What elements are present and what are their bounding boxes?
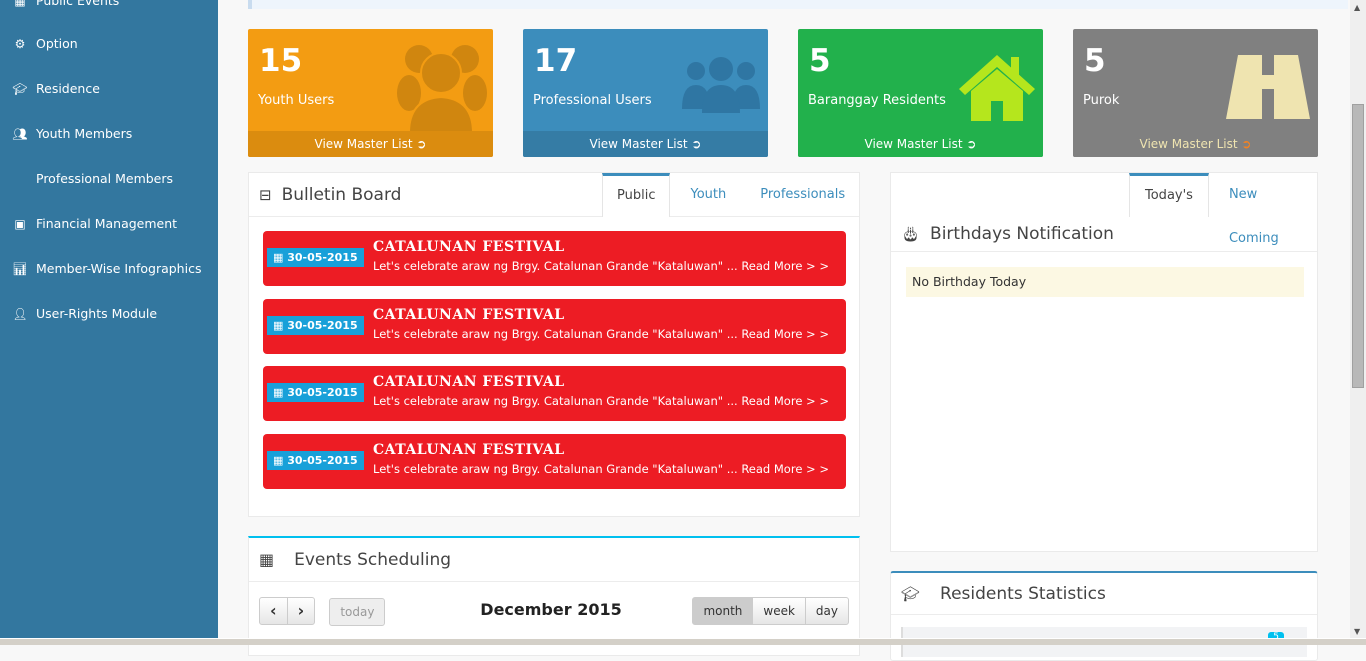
bulletin-item[interactable]: ▦ 30-05-2015 CATALUNAN FESTIVAL Let's ce… [263, 366, 846, 421]
view-master-list-link[interactable]: View Master List ➲ [1073, 131, 1318, 157]
sidebar-item-label: Member-Wise Infographics [36, 261, 202, 276]
calendar-icon: ▦ [273, 386, 284, 399]
sidebar-item-infographics[interactable]: 📊︎ Member-Wise Infographics [0, 246, 218, 291]
road-icon [1226, 55, 1310, 123]
calendar-icon: ▦ [14, 0, 26, 8]
bar-chart-icon: 📊︎ [12, 261, 28, 276]
tile-count: 17 [534, 43, 578, 79]
tile-youth-users: 15 Youth Users View Master List ➲ [248, 29, 493, 157]
bulletin-tabs: Public Youth Professionals [602, 173, 859, 217]
calendar-icon: ▦ [273, 319, 284, 332]
sidebar-item-label: User-Rights Module [36, 306, 158, 321]
bulletin-board-panel: ⊟ Bulletin Board Public Youth Profession… [248, 172, 860, 517]
tab-professionals[interactable]: Professionals [746, 173, 859, 217]
view-master-list-link[interactable]: View Master List ➲ [248, 131, 493, 157]
scroll-down-icon[interactable]: ▼ [1354, 627, 1360, 636]
users-icon [395, 37, 487, 137]
sidebar-item-residence[interactable]: 🎓︎ Residence [0, 66, 218, 111]
graduation-cap-icon: 🎓︎ [12, 81, 28, 96]
birthdays-panel: Today's New Coming 🎂︎ Birthdays Notifica… [890, 172, 1318, 552]
read-more-link[interactable]: Read More > > [741, 394, 829, 408]
main-content: 15 Youth Users View Master List ➲ 17 Pro… [218, 0, 1350, 661]
tile-count: 5 [809, 43, 831, 79]
residents-statistics-panel: 🎓︎ Residents Statistics 5 [890, 571, 1318, 661]
read-more-link[interactable]: Read More > > [741, 462, 829, 476]
scrollbar-thumb[interactable] [1352, 104, 1364, 388]
sidebar-item-professional-members[interactable]: Professional Members [0, 156, 218, 201]
panel-title: Residents Statistics [940, 583, 1106, 604]
view-week-button[interactable]: week [752, 597, 806, 625]
tab-public[interactable]: Public [602, 173, 671, 217]
tab-todays[interactable]: Today's [1129, 173, 1209, 217]
arrow-circle-right-icon: ➲ [416, 137, 427, 151]
user-secret-icon: 👤︎ [12, 306, 28, 321]
tile-count: 5 [1084, 43, 1106, 79]
sidebar-item-option[interactable]: ⚙ Option [0, 21, 218, 66]
date-badge: ▦ 30-05-2015 [267, 248, 364, 267]
users-icon: 👥︎ [12, 126, 28, 141]
home-icon [959, 55, 1035, 125]
calendar-icon: ▦ [273, 251, 284, 264]
arrow-circle-right-icon: ➲ [691, 137, 702, 151]
tile-purok: 5 Purok View Master List ➲ [1073, 29, 1318, 157]
bulletin-title: CATALUNAN FESTIVAL [373, 307, 565, 323]
calendar-icon: ▦ [273, 454, 284, 467]
birthday-cake-icon: 🎂︎ [901, 225, 921, 243]
sidebar-item-label: Residence [36, 81, 100, 96]
tile-label: Baranggay Residents [808, 93, 946, 108]
tile-count: 15 [259, 43, 303, 79]
top-alert [248, 0, 1348, 9]
date-badge: ▦ 30-05-2015 [267, 451, 364, 470]
tile-baranggay-residents: 5 Baranggay Residents View Master List ➲ [798, 29, 1043, 157]
panel-title: Birthdays Notification [930, 224, 1114, 244]
scroll-up-icon[interactable]: ▲ [1354, 3, 1360, 12]
arrow-circle-right-icon: ➲ [1241, 137, 1252, 151]
cogs-icon: ⚙ [14, 36, 26, 51]
bulletin-item[interactable]: ▦ 30-05-2015 CATALUNAN FESTIVAL Let's ce… [263, 299, 846, 354]
tile-professional-users: 17 Professional Users View Master List ➲ [523, 29, 768, 157]
sidebar-item-user-rights[interactable]: 👤︎ User-Rights Module [0, 291, 218, 336]
sidebar-item-financial-management[interactable]: ▣ Financial Management [0, 201, 218, 246]
user-group-icon [682, 57, 760, 117]
view-master-list-link[interactable]: View Master List ➲ [798, 131, 1043, 157]
panel-title: Events Scheduling [294, 549, 452, 570]
view-month-button[interactable]: month [692, 597, 754, 625]
read-more-link[interactable]: Read More > > [741, 327, 829, 341]
arrow-circle-right-icon: ➲ [966, 137, 977, 151]
bulletin-title: CATALUNAN FESTIVAL [373, 374, 565, 390]
sidebar-item-label: Professional Members [36, 171, 174, 186]
date-badge: ▦ 30-05-2015 [267, 316, 364, 335]
inbox-icon: ⊟ [259, 185, 272, 204]
bulletin-title: CATALUNAN FESTIVAL [373, 239, 565, 255]
birthday-tabs: Today's New Coming [1129, 173, 1317, 246]
sidebar-item-youth-members[interactable]: 👥︎ Youth Members [0, 111, 218, 156]
bulletin-title: CATALUNAN FESTIVAL [373, 442, 565, 458]
sidebar-item-label: Youth Members [36, 126, 133, 141]
date-badge: ▦ 30-05-2015 [267, 383, 364, 402]
bulletin-item[interactable]: ▦ 30-05-2015 CATALUNAN FESTIVAL Let's ce… [263, 434, 846, 489]
tile-label: Purok [1083, 93, 1120, 108]
calendar-icon: ▦ [259, 550, 275, 569]
tile-label: Professional Users [533, 93, 652, 108]
tab-new-coming[interactable]: New Coming [1209, 173, 1317, 246]
graduation-cap-icon: 🎓︎ [901, 584, 921, 603]
bulletin-item[interactable]: ▦ 30-05-2015 CATALUNAN FESTIVAL Let's ce… [263, 231, 846, 286]
panel-title: Bulletin Board [281, 184, 402, 205]
no-birthday-message: No Birthday Today [906, 267, 1304, 297]
sidebar-item-label: Option [36, 36, 78, 51]
sidebar-item-label: Public Events [36, 0, 120, 8]
view-master-list-link[interactable]: View Master List ➲ [523, 131, 768, 157]
vertical-scrollbar[interactable]: ▲ ▼ [1350, 0, 1366, 645]
sidebar: ▦ Public Events ⚙ Option 🎓︎ Residence 👥︎ You… [0, 0, 218, 645]
sidebar-item-public-events[interactable]: ▦ Public Events [0, 0, 218, 23]
sidebar-item-label: Financial Management [36, 216, 178, 231]
taskbar [0, 638, 1366, 645]
tab-youth[interactable]: Youth [670, 173, 746, 217]
read-more-link[interactable]: Read More > > [741, 259, 829, 273]
money-icon: ▣ [14, 216, 26, 231]
tile-label: Youth Users [258, 93, 335, 108]
view-day-button[interactable]: day [804, 597, 849, 625]
